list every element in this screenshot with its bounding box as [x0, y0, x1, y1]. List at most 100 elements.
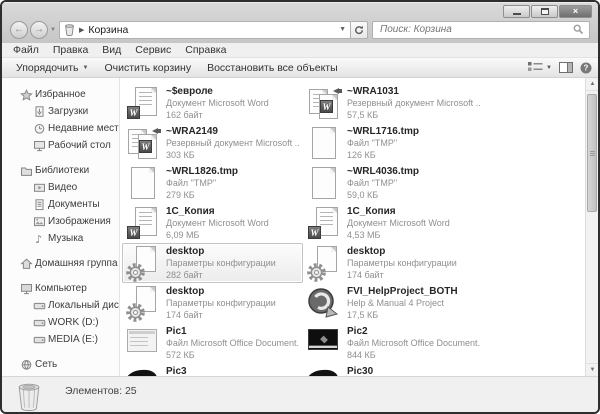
svg-text:?: ?	[584, 63, 589, 72]
breadcrumb[interactable]: Корзина	[88, 24, 335, 36]
sidebar-item[interactable]: Изображения	[2, 213, 119, 230]
search-input[interactable]	[378, 23, 573, 36]
dropdown-arrow-icon: ▼	[82, 64, 89, 71]
file-size: 303 КБ	[166, 149, 195, 160]
tmp-file-icon	[307, 126, 341, 162]
address-bar[interactable]: ▶ Корзина ▼	[58, 20, 351, 39]
recycle-bin-icon	[64, 23, 75, 36]
toolbar-button-2[interactable]: Восстановить все объекты	[199, 60, 346, 76]
file-name: FVI_HelpProject_BOTH	[347, 286, 458, 297]
sidebar-item[interactable]: Загрузки	[2, 103, 119, 120]
disk-icon	[33, 317, 48, 329]
preview-pane-icon	[559, 62, 573, 73]
explorer-window: × ← → ▼ ▶ Корзина ▼ ФайлПравкаВи	[0, 0, 600, 414]
sidebar-item[interactable]: ♪ Музыка	[2, 230, 119, 247]
file-name: Pic30	[347, 366, 374, 376]
sidebar-section-4[interactable]: Сеть	[2, 356, 119, 373]
file-name: desktop	[166, 286, 205, 297]
toolbar-button-1[interactable]: Очистить корзину	[96, 60, 199, 76]
file-size: 57,5 КБ	[347, 109, 379, 120]
file-type: Help & Manual 4 Project	[347, 298, 445, 308]
file-item[interactable]: W 1С_Копия Документ Microsoft Word 6,09 МБ	[122, 203, 303, 243]
minimize-icon	[512, 12, 521, 15]
recent-pages-dropdown[interactable]: ▼	[50, 27, 56, 33]
file-name: desktop	[347, 246, 386, 257]
file-name: ~WRL1826.tmp	[166, 166, 238, 177]
word-backup-icon: W	[307, 86, 342, 122]
recycle-bin-status-icon	[15, 381, 43, 412]
sidebar-item[interactable]: Недавние места	[2, 120, 119, 137]
menu-item-2[interactable]: Вид	[95, 44, 128, 56]
word-document-icon: W	[126, 206, 160, 242]
file-item[interactable]: FVI_HelpProject_BOTH Help & Manual 4 Proj…	[303, 283, 484, 323]
toolbar-button-0[interactable]: Упорядочить ▼	[8, 60, 96, 76]
address-dropdown-icon[interactable]: ▼	[339, 26, 346, 33]
tmp-file-icon	[307, 166, 341, 202]
file-size: 279 КБ	[166, 189, 195, 200]
maximize-button[interactable]	[531, 5, 558, 18]
sidebar-section-3[interactable]: Компьютер	[2, 280, 119, 297]
sidebar-item[interactable]: MEDIA (E:)	[2, 331, 119, 348]
file-size: 844 КБ	[347, 349, 376, 360]
file-item[interactable]: W 1С_Копия Документ Microsoft Word 4,53 МБ	[303, 203, 484, 243]
file-name: ~$евроле	[166, 86, 213, 97]
menu-item-1[interactable]: Правка	[46, 44, 95, 56]
file-item[interactable]: ~WRL1716.tmp Файл "TMP" 126 КБ	[303, 123, 484, 163]
change-view-button[interactable]: ▼	[528, 62, 552, 73]
views-icon	[528, 62, 543, 71]
file-item[interactable]: Pic3Файл Microsoft Office Document...	[122, 363, 303, 376]
title-bar[interactable]: ×	[2, 2, 598, 19]
file-item[interactable]: Pic1 Файл Microsoft Office Document... 572…	[122, 323, 303, 363]
search-box	[372, 20, 590, 39]
menu-item-0[interactable]: Файл	[6, 44, 46, 56]
forward-button[interactable]: →	[30, 20, 48, 39]
file-item[interactable]: ~WRL4036.tmp Файл "TMP" 59,0 КБ	[303, 163, 484, 203]
file-list-pane: W ~$евроле Документ Microsoft Word 162 байт…	[121, 78, 585, 376]
vertical-scrollbar[interactable]: ▲ ▼	[585, 78, 598, 376]
sidebar-item[interactable]: Видео	[2, 179, 119, 196]
sidebar-item[interactable]: WORK (D:)	[2, 314, 119, 331]
window-controls: ×	[503, 5, 592, 18]
file-item[interactable]: ~WRL1826.tmp Файл "TMP" 279 КБ	[122, 163, 303, 203]
help-icon: ?	[580, 62, 592, 73]
file-type: Файл "TMP"	[347, 178, 398, 188]
address-row: ← → ▼ ▶ Корзина ▼	[2, 19, 598, 43]
file-item[interactable]: W ~WRA1031 Резервный документ Microsoft ..…	[303, 83, 484, 123]
scroll-down-icon[interactable]: ▼	[586, 363, 598, 376]
file-item[interactable]: W ~$евроле Документ Microsoft Word 162 байт	[122, 83, 303, 123]
computer-icon	[20, 283, 35, 295]
refresh-button[interactable]	[351, 20, 368, 39]
menu-item-3[interactable]: Сервис	[128, 44, 178, 56]
word-document-icon: W	[126, 86, 160, 122]
minimize-button[interactable]	[503, 5, 530, 18]
file-item[interactable]: Pic30Файл Microsoft Office Document...	[303, 363, 484, 376]
sidebar-section-2[interactable]: Домашняя группа	[2, 255, 119, 272]
file-size: 174 байт	[166, 309, 203, 320]
dark-blob-thumbnail-icon	[306, 366, 341, 376]
file-name: ~WRA2149	[166, 126, 218, 137]
file-type: Параметры конфигурации	[347, 258, 457, 268]
file-item[interactable]: desktop Параметры конфигурации 174 байт	[303, 243, 484, 283]
preview-pane-button[interactable]	[559, 62, 573, 73]
file-type: Резервный документ Microsoft ...	[166, 138, 299, 148]
sidebar-item[interactable]: Локальный диск (C	[2, 297, 119, 314]
scroll-up-icon[interactable]: ▲	[586, 78, 598, 91]
documents-icon	[33, 198, 48, 211]
file-item[interactable]: desktop Параметры конфигурации 174 байт	[122, 283, 303, 323]
menu-item-4[interactable]: Справка	[178, 44, 233, 56]
close-button[interactable]: ×	[559, 5, 592, 18]
scrollbar-thumb[interactable]	[587, 94, 597, 212]
navigation-pane: Избранное Загрузки Недавние места Рабочий с…	[2, 78, 120, 376]
sidebar-item[interactable]: Документы	[2, 196, 119, 213]
sidebar-section-0[interactable]: Избранное	[2, 86, 119, 103]
file-item[interactable]: W ~WRA2149 Резервный документ Microsoft ..…	[122, 123, 303, 163]
help-button[interactable]: ?	[580, 62, 592, 74]
sidebar-item[interactable]: Рабочий стол	[2, 137, 119, 154]
file-item[interactable]: desktop Параметры конфигурации 282 байт	[122, 243, 303, 283]
window-chrome: × ← → ▼ ▶ Корзина ▼	[2, 2, 598, 43]
back-button[interactable]: ←	[10, 20, 28, 39]
scrollbar-grip-icon	[590, 151, 595, 156]
file-item[interactable]: Pic2 Файл Microsoft Office Document... 844…	[303, 323, 484, 363]
sidebar-section-1[interactable]: Библиотеки	[2, 162, 119, 179]
file-size: 174 байт	[347, 269, 384, 280]
